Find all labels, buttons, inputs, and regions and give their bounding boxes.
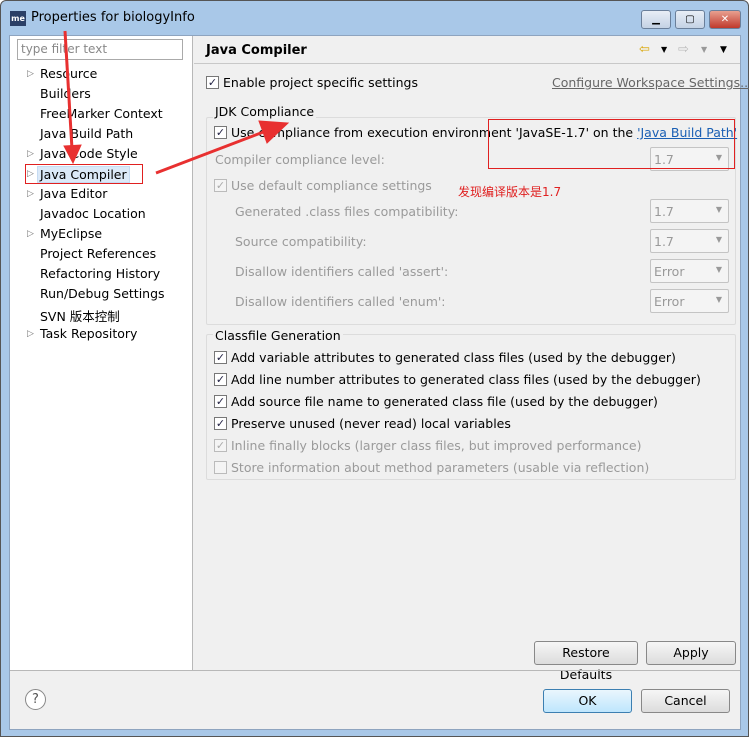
default-compliance-checkbox[interactable]: ✓: [214, 179, 227, 192]
tree-item[interactable]: Project References: [40, 246, 156, 261]
compliance-row-value: Error: [654, 294, 685, 309]
chevron-down-icon: ▼: [715, 235, 722, 244]
apply-button[interactable]: Apply: [646, 641, 736, 665]
restore-defaults-button[interactable]: Restore Defaults: [534, 641, 638, 682]
forward-icon[interactable]: ⇨: [678, 42, 689, 57]
compliance-row-label: Source compatibility:: [235, 234, 367, 249]
compliance-level-label: Compiler compliance level:: [215, 152, 385, 167]
compliance-row-select[interactable]: Error ▼: [650, 259, 729, 283]
back-menu-icon[interactable]: ▼: [661, 45, 667, 54]
tree-item[interactable]: Run/Debug Settings: [40, 286, 165, 301]
classfile-option-label: Add source file name to generated class …: [231, 394, 658, 409]
tree-item[interactable]: Javadoc Location: [40, 206, 146, 221]
view-menu-icon[interactable]: ▼: [720, 45, 727, 55]
forward-menu-icon[interactable]: ▼: [701, 45, 707, 54]
jdk-compliance-title: JDK Compliance: [213, 104, 317, 119]
expand-icon[interactable]: ▷: [27, 229, 34, 239]
page-title: Java Compiler: [206, 43, 307, 58]
window-title: Properties for biologyInfo: [31, 10, 195, 25]
compliance-row-label: Disallow identifiers called 'assert':: [235, 264, 449, 279]
tree-item[interactable]: MyEclipse: [40, 226, 102, 241]
compliance-row-label: Disallow identifiers called 'enum':: [235, 294, 446, 309]
classfile-option-label: Inline finally blocks (larger class file…: [231, 438, 642, 453]
expand-icon[interactable]: ▷: [27, 69, 34, 79]
divider: [194, 63, 740, 64]
classfile-option-checkbox[interactable]: ✓: [214, 373, 227, 386]
tree-item[interactable]: Builders: [40, 86, 91, 101]
tree-item[interactable]: SVN 版本控制: [40, 306, 120, 325]
maximize-button[interactable]: ▢: [675, 10, 705, 29]
tree-item[interactable]: Java Build Path: [40, 126, 133, 141]
expand-icon[interactable]: ▷: [27, 329, 34, 339]
close-button[interactable]: ✕: [709, 10, 741, 29]
back-icon[interactable]: ⇦: [639, 42, 650, 57]
classfile-option-label: Store information about method parameter…: [231, 460, 650, 475]
enable-project-settings-label: Enable project specific settings: [223, 75, 418, 90]
app-icon: me: [10, 11, 26, 26]
annotation-box-sidebar: [25, 164, 143, 184]
title-bar[interactable]: me Properties for biologyInfo ▁ ▢ ✕: [1, 1, 748, 35]
classfile-option-checkbox[interactable]: ✓: [214, 439, 227, 452]
tree-item[interactable]: Java Code Style: [40, 146, 138, 161]
compliance-row-select[interactable]: 1.7 ▼: [650, 199, 729, 223]
cancel-button[interactable]: Cancel: [641, 689, 730, 713]
tree-item[interactable]: Task Repository: [40, 326, 137, 341]
tree-item[interactable]: Java Editor: [40, 186, 107, 201]
minimize-button[interactable]: ▁: [641, 10, 671, 29]
default-compliance-label: Use default compliance settings: [231, 178, 432, 193]
configure-workspace-link[interactable]: Configure Workspace Settings...: [552, 75, 749, 90]
classfile-title: Classfile Generation: [213, 328, 343, 343]
chevron-down-icon: ▼: [715, 265, 722, 274]
classfile-option-checkbox[interactable]: ✓: [214, 417, 227, 430]
chevron-down-icon: ▼: [715, 295, 722, 304]
filter-input[interactable]: type filter text: [17, 39, 183, 60]
tree-item[interactable]: FreeMarker Context: [40, 106, 163, 121]
expand-icon[interactable]: ▷: [27, 189, 34, 199]
compliance-row-select[interactable]: Error ▼: [650, 289, 729, 313]
classfile-option-checkbox[interactable]: ✓: [214, 351, 227, 364]
classfile-option-checkbox[interactable]: [214, 461, 227, 474]
properties-dialog: me Properties for biologyInfo ▁ ▢ ✕ type…: [0, 0, 749, 737]
help-icon[interactable]: ?: [25, 689, 46, 710]
classfile-option-label: Preserve unused (never read) local varia…: [231, 416, 511, 431]
compliance-row-select[interactable]: 1.7 ▼: [650, 229, 729, 253]
footer-divider: [10, 670, 740, 671]
classfile-option-checkbox[interactable]: ✓: [214, 395, 227, 408]
compliance-row-label: Generated .class files compatibility:: [235, 204, 459, 219]
classfile-option-label: Add line number attributes to generated …: [231, 372, 701, 387]
compliance-row-value: 1.7: [654, 204, 674, 219]
enable-project-settings-checkbox[interactable]: ✓: [206, 76, 219, 89]
ok-button[interactable]: OK: [543, 689, 632, 713]
tree-item[interactable]: Refactoring History: [40, 266, 160, 281]
sidebar: type filter text ▷ Resource Builders FreeMa…: [10, 36, 193, 670]
tree-item[interactable]: Resource: [40, 66, 97, 81]
compliance-row-value: 1.7: [654, 234, 674, 249]
expand-icon[interactable]: ▷: [27, 149, 34, 159]
annotation-note: 发现编译版本是1.7: [458, 185, 562, 199]
chevron-down-icon: ▼: [715, 205, 722, 214]
annotation-box-compliance: [488, 119, 735, 169]
compliance-row-value: Error: [654, 264, 685, 279]
use-env-compliance-checkbox[interactable]: ✓: [214, 126, 227, 139]
classfile-option-label: Add variable attributes to generated cla…: [231, 350, 676, 365]
